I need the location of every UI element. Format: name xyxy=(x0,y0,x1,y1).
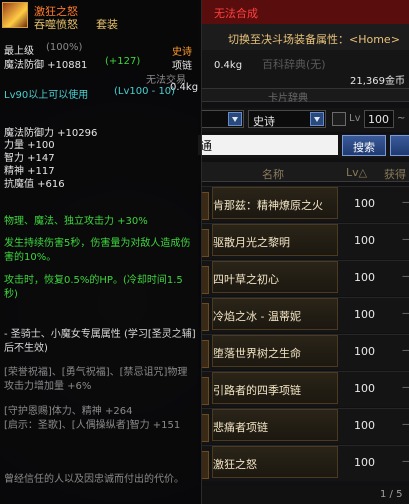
chevron-down-icon[interactable] xyxy=(310,112,324,126)
grade-percent: (100%) xyxy=(46,42,83,53)
item-level: 100 xyxy=(354,308,375,321)
item-name[interactable]: 悲痛者项链 xyxy=(212,409,338,441)
item-slot-icon xyxy=(201,229,209,257)
item-slot-icon xyxy=(201,340,209,368)
table-header: 名称 Lv△ 获得 xyxy=(198,162,409,182)
stat-line: 抗魔值 +616 xyxy=(4,179,65,190)
item-slot-icon xyxy=(201,451,209,479)
item-obtain: — xyxy=(402,197,409,208)
item-name[interactable]: 四叶草之初心 xyxy=(212,261,338,293)
skill-attr: [荣誉祝福]、[勇气祝福]、[禁忌诅咒]物理攻击力增加量 +6% xyxy=(4,367,188,392)
list-item[interactable]: 冷焰之冰 - 温蒂妮 100 — xyxy=(198,297,409,333)
necklace-icon xyxy=(2,2,28,28)
item-name[interactable]: 激狂之怒 xyxy=(212,446,338,478)
item-name[interactable]: 引路者的四季项链 xyxy=(212,372,338,404)
filter-row: 史诗 Lv 100 ~ xyxy=(198,108,409,132)
grade-label: 最上级 xyxy=(4,46,34,57)
item-level: 100 xyxy=(354,197,375,210)
page-indicator: 1 / 5 xyxy=(380,489,403,500)
tab-strip: 卡片辞典 xyxy=(198,88,409,104)
item-slot-icon xyxy=(201,192,209,220)
tab-card-encyclopedia[interactable]: 卡片辞典 xyxy=(268,89,308,104)
search-button[interactable]: 搜索 xyxy=(342,135,386,156)
level-min-input[interactable]: 100 xyxy=(364,110,394,128)
support-attr: [守护恩赐]体力、精神 +264 [启示：圣歌]、[人偶操纵者]智力 +151 xyxy=(4,406,181,431)
list-item[interactable]: 驱散月光之黎明 100 — xyxy=(198,223,409,259)
effect-damage-over-time: 发生持续伤害5秒，伤害量为对敌人造成伤害的10%。 xyxy=(4,238,191,263)
item-name[interactable]: 肯那兹：精神燎原之火 xyxy=(212,187,338,219)
rarity-dropdown[interactable]: 史诗 xyxy=(248,110,326,128)
item-weight: 0.4kg xyxy=(214,60,243,71)
flavor-text: 曾经信任的人以及因忠诚而付出的代价。 xyxy=(4,474,184,485)
class-exclusive-attr: - 圣骑士、小魔女专属属性 (学习[圣灵之辅]后不生效) xyxy=(4,329,196,354)
magic-defense: 魔法防御 +10881 xyxy=(4,60,88,71)
level-label: Lv xyxy=(349,113,361,124)
item-name[interactable]: 冷焰之冰 - 温蒂妮 xyxy=(212,298,338,330)
search-row: 通 搜索 xyxy=(198,134,409,158)
item-level: 100 xyxy=(354,419,375,432)
cannot-synthesize-warning: 无法合成 xyxy=(198,0,409,24)
item-level: 100 xyxy=(354,271,375,284)
pagination-row: 1 / 5 xyxy=(198,486,409,504)
item-name[interactable]: 驱散月光之黎明 xyxy=(212,224,338,256)
chevron-down-icon[interactable] xyxy=(228,112,242,126)
tab-encyclopedia[interactable]: 百科辞典(无) xyxy=(262,56,326,72)
gold-amount: 21,369金币 xyxy=(350,76,405,87)
item-obtain: — xyxy=(402,419,409,430)
rarity-dropdown-value: 史诗 xyxy=(253,115,275,128)
item-name[interactable]: 堕落世界树之生命 xyxy=(212,335,338,367)
item-obtain: — xyxy=(402,456,409,467)
item-slot-icon xyxy=(201,377,209,405)
warning-text: 无法合成 xyxy=(214,7,258,20)
list-item[interactable]: 四叶草之初心 100 — xyxy=(198,260,409,296)
tooltip-set-name: 吞噬愤怒 xyxy=(34,18,78,31)
item-tooltip: 激狂之怒 吞噬愤怒 套装 最上级 (100%) 史诗 魔法防御 +10881 (… xyxy=(0,0,202,504)
item-level: 100 xyxy=(354,382,375,395)
level-range: (Lv100 - 10) xyxy=(114,86,176,97)
clear-search-button[interactable] xyxy=(390,135,409,156)
list-item[interactable]: 悲痛者项链 100 — xyxy=(198,408,409,444)
item-slot-icon xyxy=(201,266,209,294)
search-input[interactable]: 通 xyxy=(198,135,338,155)
column-name[interactable]: 名称 xyxy=(262,166,284,182)
list-item[interactable]: 激狂之怒 100 — xyxy=(198,445,409,481)
item-obtain: — xyxy=(402,271,409,282)
item-level: 100 xyxy=(354,456,375,469)
item-level: 100 xyxy=(354,234,375,247)
item-level: 100 xyxy=(354,345,375,358)
rarity-text: 史诗 xyxy=(172,47,192,58)
item-slot-icon xyxy=(201,303,209,331)
item-obtain: — xyxy=(402,308,409,319)
item-obtain: — xyxy=(402,234,409,245)
switch-arena-hint: 切换至决斗场装备属性：<Home> xyxy=(198,24,409,50)
magic-defense-bonus: (+127) xyxy=(105,56,141,67)
column-level[interactable]: Lv△ xyxy=(346,166,367,179)
list-item[interactable]: 肯那兹：精神燎原之火 100 — xyxy=(198,186,409,222)
column-obtain[interactable]: 获得 xyxy=(384,166,406,182)
category-dropdown[interactable] xyxy=(200,110,244,128)
level-range-separator: ~ xyxy=(397,113,406,124)
effect-hp-recovery: 攻击时，恢复0.5%的HP。(冷却时间1.5秒) xyxy=(4,275,183,300)
attack-bonus: 物理、魔法、独立攻击力 +30% xyxy=(4,216,148,227)
item-slot-icon xyxy=(201,414,209,442)
level-filter-checkbox[interactable] xyxy=(332,112,346,126)
item-obtain: — xyxy=(402,382,409,393)
slot-type: 项链 xyxy=(172,61,192,72)
item-obtain: — xyxy=(402,345,409,356)
list-item[interactable]: 堕落世界树之生命 100 — xyxy=(198,334,409,370)
level-requirement: Lv90以上可以使用 xyxy=(4,90,89,101)
list-item[interactable]: 引路者的四季项链 100 — xyxy=(198,371,409,407)
tooltip-set-type: 套装 xyxy=(96,18,118,31)
